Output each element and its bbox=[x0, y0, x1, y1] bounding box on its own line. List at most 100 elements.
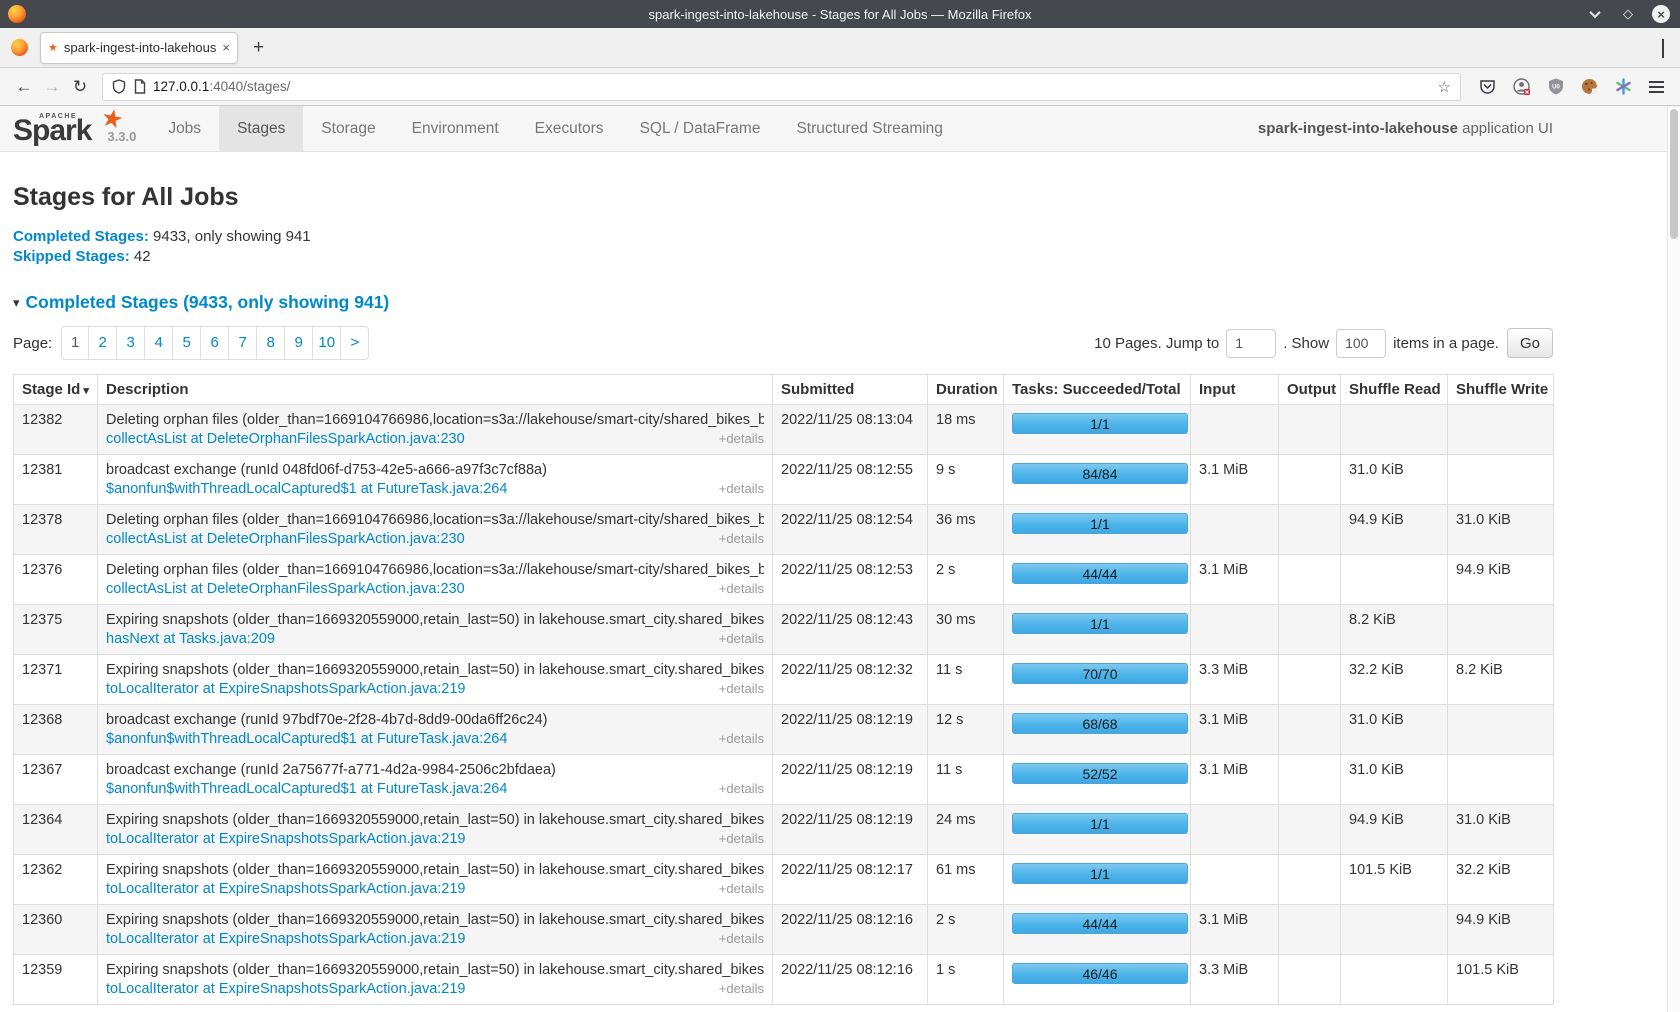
shuffle-read-cell: 94.9 KiB bbox=[1341, 505, 1448, 555]
description-cell: broadcast exchange (runId 048fd06f-d753-… bbox=[98, 455, 773, 505]
extension-asterisk-icon[interactable] bbox=[1615, 78, 1632, 95]
scrollbar-thumb[interactable] bbox=[1670, 109, 1678, 239]
duration-cell: 24 ms bbox=[928, 805, 1004, 855]
column-header-duration[interactable]: Duration bbox=[928, 375, 1004, 405]
go-button[interactable]: Go bbox=[1507, 328, 1553, 358]
details-toggle[interactable]: +details bbox=[719, 881, 764, 896]
jump-to-page-input[interactable] bbox=[1226, 329, 1276, 358]
nav-item-stages[interactable]: Stages bbox=[219, 106, 303, 151]
shuffle-read-cell: 31.0 KiB bbox=[1341, 705, 1448, 755]
stage-description-text: Deleting orphan files (older_than=166910… bbox=[106, 412, 764, 428]
url-bar[interactable]: 127.0.0.1:4040/stages/ ☆ bbox=[102, 73, 1461, 101]
stage-callsite-link[interactable]: $anonfun$withThreadLocalCaptured$1 at Fu… bbox=[106, 481, 507, 497]
pagination-page-9[interactable]: 9 bbox=[285, 326, 313, 360]
nav-item-environment[interactable]: Environment bbox=[394, 106, 517, 151]
summary-label-link[interactable]: Skipped Stages: bbox=[13, 248, 130, 265]
bookmark-star-icon[interactable]: ☆ bbox=[1438, 78, 1451, 96]
spark-logo[interactable]: APACHE Spark ★ bbox=[13, 106, 97, 151]
window-close-button[interactable]: × bbox=[1652, 5, 1670, 23]
pagination-page-1[interactable]: 1 bbox=[61, 326, 89, 360]
tasks-cell: 44/44 bbox=[1004, 905, 1191, 955]
stage-callsite-link[interactable]: toLocalIterator at ExpireSnapshotsSparkA… bbox=[106, 881, 466, 897]
details-toggle[interactable]: +details bbox=[719, 631, 764, 646]
input-cell: 3.1 MiB bbox=[1191, 755, 1279, 805]
pagination-page-4[interactable]: 4 bbox=[145, 326, 173, 360]
window-maximize-button[interactable]: ◇ bbox=[1619, 5, 1637, 23]
pagination-page-3[interactable]: 3 bbox=[117, 326, 145, 360]
stage-callsite-link[interactable]: hasNext at Tasks.java:209 bbox=[106, 631, 275, 647]
nav-item-executors[interactable]: Executors bbox=[517, 106, 622, 151]
tab-close-icon[interactable]: × bbox=[222, 40, 230, 55]
stage-row-12382: 12382Deleting orphan files (older_than=1… bbox=[14, 405, 1554, 455]
stage-description-text: broadcast exchange (runId 048fd06f-d753-… bbox=[106, 462, 764, 478]
column-header-input[interactable]: Input bbox=[1191, 375, 1279, 405]
details-toggle[interactable]: +details bbox=[719, 781, 764, 796]
column-header-description[interactable]: Description bbox=[98, 375, 773, 405]
stage-callsite-link[interactable]: collectAsList at DeleteOrphanFilesSparkA… bbox=[106, 431, 465, 447]
details-toggle[interactable]: +details bbox=[719, 431, 764, 446]
stage-row-12362: 12362Expiring snapshots (older_than=1669… bbox=[14, 855, 1554, 905]
nav-item-structured-streaming[interactable]: Structured Streaming bbox=[778, 106, 960, 151]
cookie-icon[interactable] bbox=[1581, 78, 1598, 95]
submitted-cell: 2022/11/25 08:12:16 bbox=[773, 955, 928, 1005]
column-header-shuffle-read[interactable]: Shuffle Read bbox=[1341, 375, 1448, 405]
menu-icon[interactable] bbox=[1649, 81, 1664, 93]
pagination-page-7[interactable]: 7 bbox=[229, 326, 257, 360]
details-toggle[interactable]: +details bbox=[719, 531, 764, 546]
details-toggle[interactable]: +details bbox=[719, 831, 764, 846]
window-minimize-button[interactable] bbox=[1586, 5, 1604, 23]
details-toggle[interactable]: +details bbox=[719, 731, 764, 746]
stage-callsite-link[interactable]: $anonfun$withThreadLocalCaptured$1 at Fu… bbox=[106, 781, 507, 797]
tasks-progress-bar: 1/1 bbox=[1012, 513, 1188, 534]
page-info-icon[interactable] bbox=[134, 79, 146, 94]
stage-callsite-link[interactable]: $anonfun$withThreadLocalCaptured$1 at Fu… bbox=[106, 731, 507, 747]
nav-item-sql-dataframe[interactable]: SQL / DataFrame bbox=[622, 106, 779, 151]
reload-button[interactable]: ↻ bbox=[66, 77, 94, 97]
stage-id-cell: 12371 bbox=[14, 655, 98, 705]
tab-title: spark-ingest-into-lakehous bbox=[64, 40, 219, 55]
pagination-page-8[interactable]: 8 bbox=[257, 326, 285, 360]
shield-icon[interactable] bbox=[112, 79, 126, 94]
pagination-row: Page: 12345678910> 10 Pages. Jump to . S… bbox=[13, 326, 1553, 360]
stage-callsite-link[interactable]: collectAsList at DeleteOrphanFilesSparkA… bbox=[106, 531, 465, 547]
nav-item-jobs[interactable]: Jobs bbox=[150, 106, 219, 151]
details-toggle[interactable]: +details bbox=[719, 931, 764, 946]
details-toggle[interactable]: +details bbox=[719, 981, 764, 996]
description-cell: Expiring snapshots (older_than=166932055… bbox=[98, 905, 773, 955]
back-button[interactable]: ← bbox=[10, 77, 38, 97]
details-toggle[interactable]: +details bbox=[719, 481, 764, 496]
stage-callsite-link[interactable]: collectAsList at DeleteOrphanFilesSparkA… bbox=[106, 581, 465, 597]
stage-callsite-link[interactable]: toLocalIterator at ExpireSnapshotsSparkA… bbox=[106, 831, 466, 847]
pagination-controls: 10 Pages. Jump to . Show items in a page… bbox=[1094, 328, 1553, 358]
summary-label-link[interactable]: Completed Stages: bbox=[13, 228, 149, 245]
tasks-cell: 44/44 bbox=[1004, 555, 1191, 605]
column-header-stage-id[interactable]: Stage Id ▾ bbox=[14, 375, 98, 405]
account-icon[interactable] bbox=[1513, 78, 1531, 96]
completed-stages-section-toggle[interactable]: ▾ Completed Stages (9433, only showing 9… bbox=[13, 292, 1553, 313]
browser-tab[interactable]: ★ spark-ingest-into-lakehous × bbox=[40, 32, 238, 64]
details-toggle[interactable]: +details bbox=[719, 681, 764, 696]
description-second-line: toLocalIterator at ExpireSnapshotsSparkA… bbox=[106, 931, 764, 947]
pagination-page-2[interactable]: 2 bbox=[89, 326, 117, 360]
pagination-page-10[interactable]: 10 bbox=[313, 326, 341, 360]
pagination-next-button[interactable]: > bbox=[341, 326, 369, 360]
column-header-submitted[interactable]: Submitted bbox=[773, 375, 928, 405]
new-tab-button[interactable]: + bbox=[253, 37, 264, 59]
details-toggle[interactable]: +details bbox=[719, 581, 764, 596]
column-header-tasks-succeeded-total[interactable]: Tasks: Succeeded/Total bbox=[1004, 375, 1191, 405]
column-header-shuffle-write[interactable]: Shuffle Write bbox=[1448, 375, 1554, 405]
stage-callsite-link[interactable]: toLocalIterator at ExpireSnapshotsSparkA… bbox=[106, 681, 466, 697]
pagination-page-5[interactable]: 5 bbox=[173, 326, 201, 360]
vertical-scrollbar[interactable] bbox=[1667, 107, 1680, 1012]
column-header-output[interactable]: Output bbox=[1279, 375, 1341, 405]
ublock-icon[interactable]: U0 bbox=[1548, 78, 1564, 95]
list-all-tabs-button[interactable] bbox=[1662, 39, 1664, 57]
pagination-page-6[interactable]: 6 bbox=[201, 326, 229, 360]
nav-item-storage[interactable]: Storage bbox=[303, 106, 393, 151]
pocket-icon[interactable] bbox=[1479, 78, 1496, 95]
url-text[interactable]: 127.0.0.1:4040/stages/ bbox=[153, 79, 1438, 94]
stage-callsite-link[interactable]: toLocalIterator at ExpireSnapshotsSparkA… bbox=[106, 931, 466, 947]
spark-favicon-icon: ★ bbox=[48, 41, 58, 54]
stage-callsite-link[interactable]: toLocalIterator at ExpireSnapshotsSparkA… bbox=[106, 981, 466, 997]
items-per-page-input[interactable] bbox=[1336, 329, 1386, 358]
